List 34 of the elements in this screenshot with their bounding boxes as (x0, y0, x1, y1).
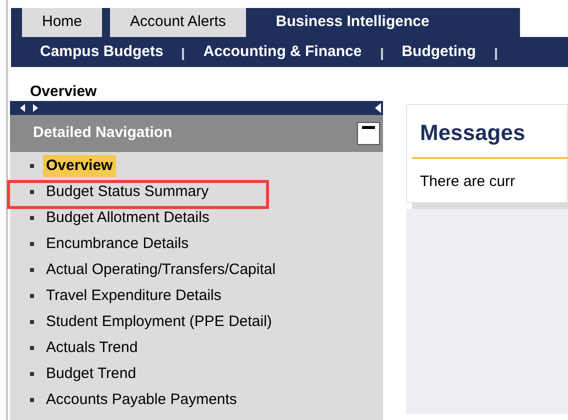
nav-item[interactable]: Accounts Payable Payments (46, 388, 237, 412)
bullet-icon (30, 320, 34, 324)
nav-item[interactable]: Overview (43, 154, 116, 178)
right-arrow-icon[interactable] (33, 104, 38, 112)
nav-item[interactable]: Encumbrance Details (46, 232, 189, 256)
bullet-icon (30, 242, 34, 246)
messages-title: Messages (420, 119, 526, 147)
subnav-link[interactable]: Budgeting (402, 40, 476, 64)
bullet-icon (30, 372, 34, 376)
messages-text: There are curr (420, 172, 516, 192)
bullet-icon (30, 268, 34, 272)
bullet-icon (30, 294, 34, 298)
bullet-icon (30, 398, 34, 402)
nav-item[interactable]: Actual Operating/Transfers/Capital (46, 258, 276, 282)
bullet-icon (30, 164, 34, 168)
nav-item[interactable]: Actuals Trend (46, 336, 138, 360)
nav-item[interactable]: Budget Trend (46, 362, 136, 386)
bullet-icon (30, 216, 34, 220)
subnav-link[interactable]: Campus Budgets (40, 40, 164, 64)
bullet-icon (30, 190, 34, 194)
page-title: Overview (30, 83, 97, 100)
subnav-link[interactable]: Accounting & Finance (203, 40, 362, 64)
collapse-toggle[interactable] (357, 122, 380, 145)
nav-tab[interactable]: Account Alerts (110, 8, 246, 37)
collapse-arrow-icon[interactable] (375, 103, 381, 113)
nav-item[interactable]: Student Employment (PPE Detail) (46, 310, 272, 334)
nav-item[interactable]: Budget Allotment Details (46, 206, 210, 230)
nav-title: Detailed Navigation (33, 123, 172, 144)
minus-icon (362, 126, 375, 129)
bullet-icon (30, 346, 34, 350)
left-arrow-icon[interactable] (20, 104, 25, 112)
nav-item[interactable]: Travel Expenditure Details (46, 284, 222, 308)
nav-tab[interactable]: Home (22, 8, 102, 37)
nav-item[interactable]: Budget Status Summary (46, 180, 209, 204)
